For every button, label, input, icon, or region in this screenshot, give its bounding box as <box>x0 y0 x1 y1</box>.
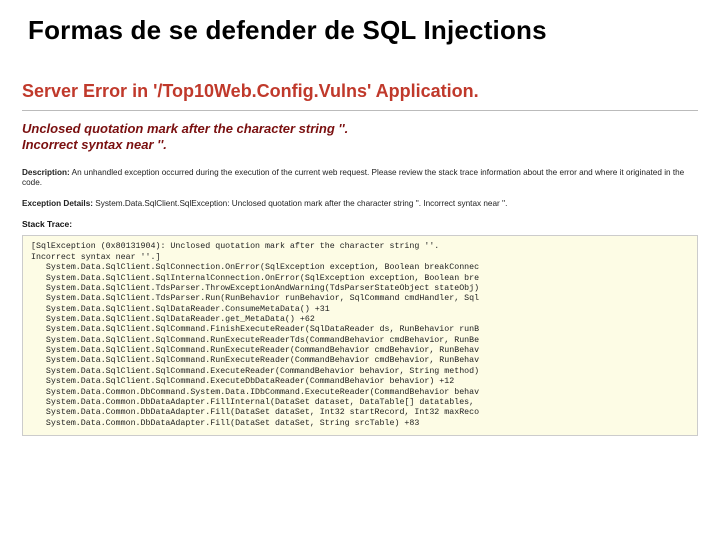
error-description: Description: An unhandled exception occu… <box>22 168 698 199</box>
stack-trace-label: Stack Trace: <box>22 219 698 235</box>
exception-details: Exception Details: System.Data.SqlClient… <box>22 199 698 220</box>
description-label: Description: <box>22 168 70 177</box>
slide-title: Formas de se defender de SQL Injections <box>18 10 702 81</box>
error-message-line1: Unclosed quotation mark after the charac… <box>22 121 698 137</box>
error-message: Unclosed quotation mark after the charac… <box>22 121 698 168</box>
divider <box>22 110 698 111</box>
details-label: Exception Details: <box>22 199 93 208</box>
description-text: An unhandled exception occurred during t… <box>22 168 684 188</box>
error-message-line2: Incorrect syntax near ''. <box>22 137 698 153</box>
details-text: System.Data.SqlClient.SqlException: Uncl… <box>95 199 507 208</box>
server-error-heading: Server Error in '/Top10Web.Config.Vulns'… <box>22 81 698 106</box>
error-page: Server Error in '/Top10Web.Config.Vulns'… <box>18 81 702 436</box>
stack-trace-box: [SqlException (0x80131904): Unclosed quo… <box>22 235 698 435</box>
